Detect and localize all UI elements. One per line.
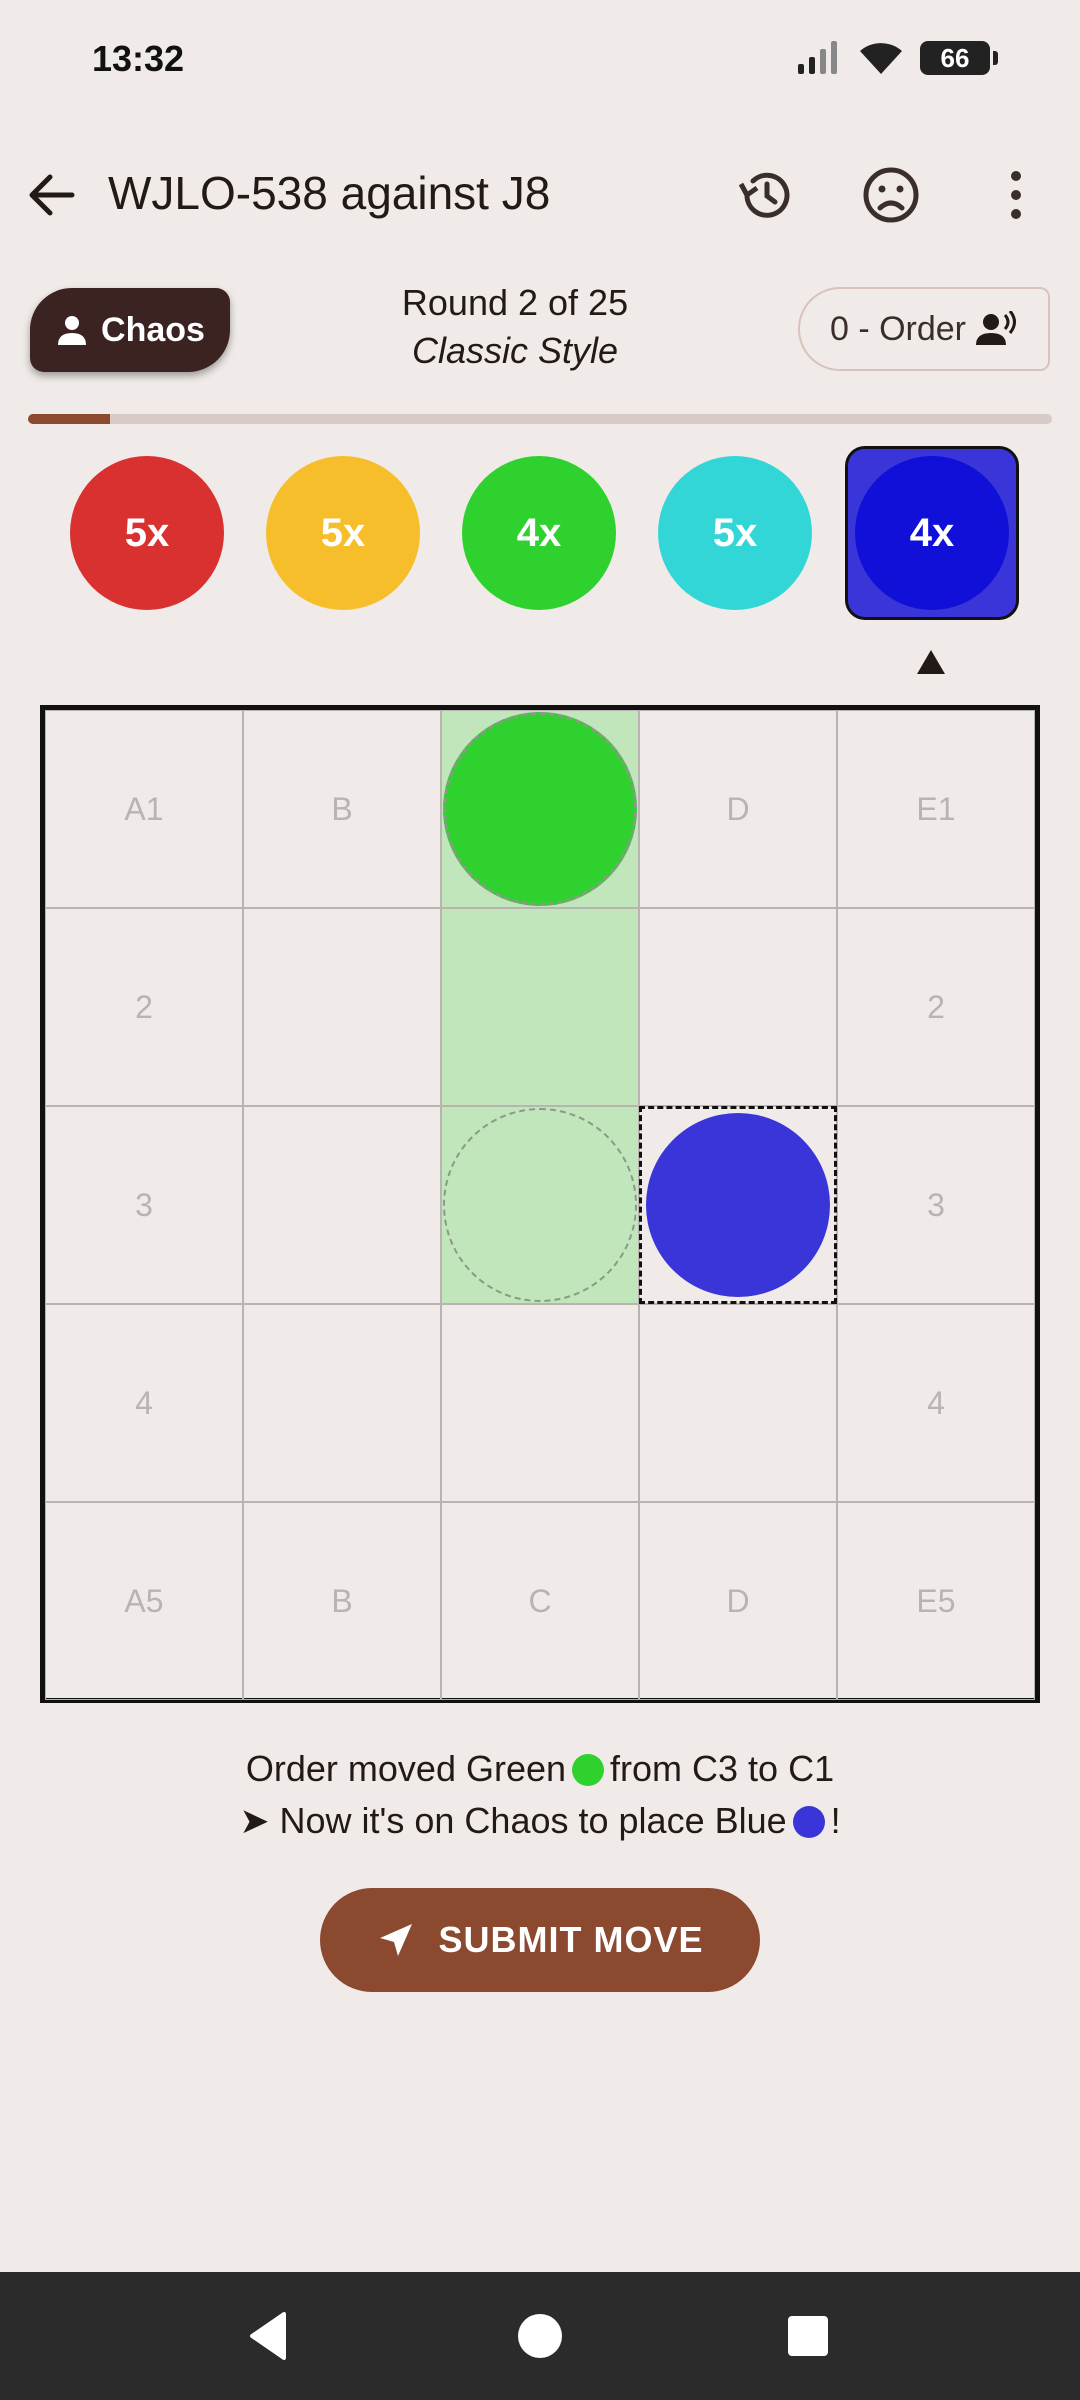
board-cell-a1[interactable]: A1	[45, 710, 243, 908]
status-bar: 13:32 66	[0, 0, 1080, 120]
battery-icon: 66	[920, 41, 998, 75]
message-line1-end: from C3 to C1	[610, 1748, 835, 1789]
message-line2-start: ➤ Now it's on Chaos to place Blue	[239, 1800, 787, 1841]
board-cell-c5[interactable]: C	[441, 1502, 639, 1700]
app-bar: WJLO-538 against J8	[0, 140, 1080, 250]
blue-dot-icon	[792, 1806, 825, 1838]
board-cell-d4[interactable]	[639, 1304, 837, 1502]
board-cell-c2[interactable]	[441, 908, 639, 1106]
page-title: WJLO-538 against J8	[108, 167, 551, 219]
board-cell-e3[interactable]: 3	[837, 1106, 1035, 1304]
signal-icon	[798, 41, 837, 74]
board-cell-e4[interactable]: 4	[837, 1304, 1035, 1502]
board-cell-a5[interactable]: A5	[45, 1502, 243, 1700]
system-nav-bar	[0, 2272, 1080, 2400]
round-info: Round 2 of 25 Classic Style	[330, 282, 700, 372]
player-chaos-label: Chaos	[101, 310, 205, 349]
board-cell-d1[interactable]: D	[639, 710, 837, 908]
board-cell-a3[interactable]: 3	[45, 1106, 243, 1304]
back-triangle-icon[interactable]	[240, 2306, 300, 2366]
color-token-3[interactable]: 4x	[462, 456, 616, 610]
color-token-1[interactable]: 5x	[70, 456, 224, 610]
green-dot-icon	[572, 1754, 605, 1786]
history-icon[interactable]	[733, 162, 799, 228]
player-chip-chaos[interactable]: Chaos	[30, 288, 230, 372]
board-cell-d5[interactable]: D	[639, 1502, 837, 1700]
board-cell-b3[interactable]	[243, 1106, 441, 1304]
board-cell-b2[interactable]	[243, 908, 441, 1106]
status-time: 13:32	[92, 38, 185, 79]
piece-blue-d3[interactable]	[646, 1113, 830, 1297]
wifi-icon	[860, 43, 902, 74]
piece-green-c1[interactable]	[443, 712, 637, 906]
status-icons: 66	[796, 40, 998, 76]
turn-message: ➤ Now it's on Chaos to place Blue!	[0, 1800, 1080, 1842]
last-move-message: Order moved Green from C3 to C1	[0, 1748, 1080, 1790]
message-line1-start: Order moved Green	[245, 1748, 567, 1789]
board-cell-e5[interactable]: E5	[837, 1502, 1035, 1700]
board-cell-c4[interactable]	[441, 1304, 639, 1502]
message-line2-end: !	[830, 1800, 841, 1841]
game-style: Classic Style	[411, 330, 619, 371]
round-counter: Round 2 of 25	[401, 282, 629, 323]
board-cell-b4[interactable]	[243, 1304, 441, 1502]
board-cell-e2[interactable]: 2	[837, 908, 1035, 1106]
piece-ghost-c3[interactable]	[443, 1108, 637, 1302]
board-cell-b5[interactable]: B	[243, 1502, 441, 1700]
board-cell-e1[interactable]: E1	[837, 710, 1035, 908]
board-cell-a2[interactable]: 2	[45, 908, 243, 1106]
home-circle-icon[interactable]	[510, 2306, 570, 2366]
recents-square-icon[interactable]	[778, 2306, 838, 2366]
person-voice-icon	[976, 311, 1017, 345]
color-token-4[interactable]: 5x	[658, 456, 812, 610]
round-progress-bar	[28, 414, 1052, 424]
board-cell-d2[interactable]	[639, 908, 837, 1106]
submit-move-button[interactable]: SUBMIT MOVE	[320, 1888, 760, 1992]
player-chip-order[interactable]: 0 - Order	[798, 287, 1050, 371]
send-icon	[380, 1924, 413, 1956]
player-order-label: 0 - Order	[829, 309, 967, 348]
color-token-5[interactable]: 4x	[855, 456, 1009, 610]
more-vert-icon[interactable]	[983, 162, 1049, 228]
color-token-2[interactable]: 5x	[266, 456, 420, 610]
round-progress-fill	[28, 414, 110, 424]
selected-token-arrow-icon	[917, 650, 945, 674]
board-cell-b1[interactable]: B	[243, 710, 441, 908]
back-arrow-icon[interactable]	[22, 165, 82, 225]
sad-face-icon[interactable]	[858, 162, 924, 228]
person-icon	[58, 316, 87, 345]
board-cell-a4[interactable]: 4	[45, 1304, 243, 1502]
submit-move-label: SUBMIT MOVE	[438, 1919, 704, 1960]
game-board[interactable]: A1 B D E1 2 2 3 3 4 4 A5 B C D E5	[40, 705, 1040, 1703]
battery-level: 66	[940, 42, 970, 73]
